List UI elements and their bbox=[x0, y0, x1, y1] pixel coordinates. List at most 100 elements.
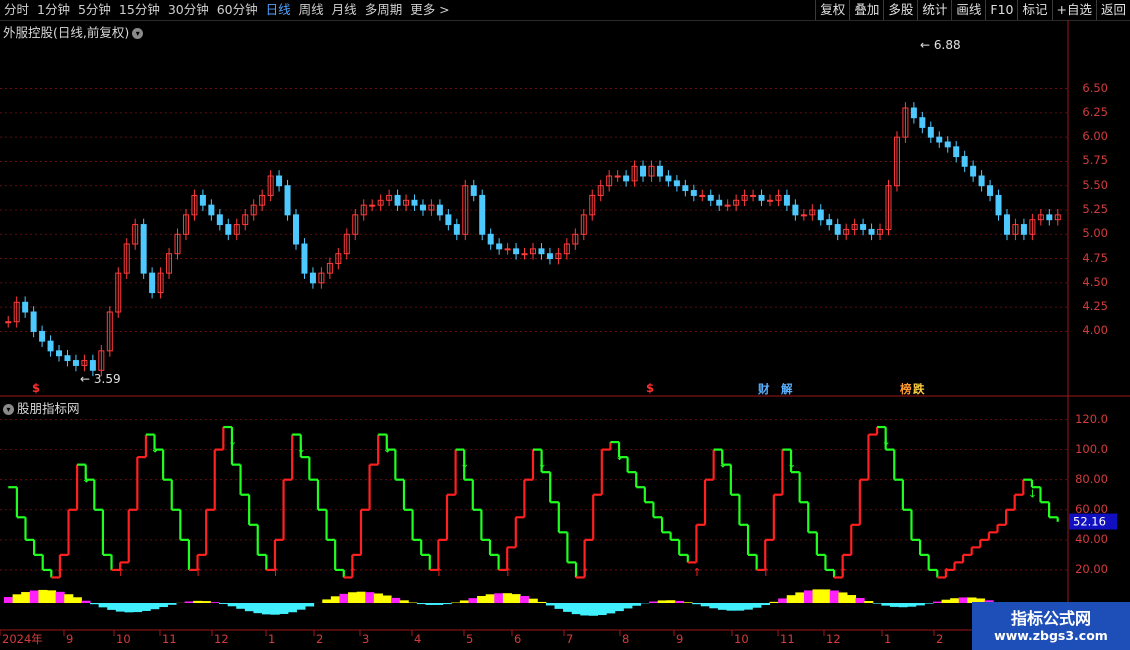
histogram-bar bbox=[29, 590, 39, 603]
candle-body bbox=[656, 165, 663, 177]
candle-body bbox=[22, 301, 29, 313]
histogram-bar bbox=[90, 603, 100, 605]
x-axis-label: 12 bbox=[214, 632, 229, 646]
event-flag[interactable]: $ bbox=[32, 381, 40, 395]
watermark-logo: 指标公式网 www.zbgs3.com bbox=[972, 602, 1130, 650]
histogram-bar bbox=[47, 590, 57, 603]
histogram-bar bbox=[219, 603, 229, 604]
candle-body bbox=[56, 350, 63, 357]
candle-body bbox=[800, 214, 807, 217]
histogram-bar bbox=[614, 603, 624, 612]
histogram-bar bbox=[743, 603, 753, 610]
histogram-bar bbox=[184, 601, 194, 603]
histogram-bar bbox=[193, 600, 203, 603]
price-tick: 5.00 bbox=[1082, 226, 1108, 241]
event-flag[interactable]: 榜 bbox=[900, 381, 912, 397]
sell-arrow-icon: ↓ bbox=[538, 458, 547, 471]
histogram-bar bbox=[520, 595, 530, 603]
histogram-bar bbox=[425, 603, 435, 605]
x-axis-label: 1 bbox=[884, 632, 891, 646]
candle-body bbox=[309, 272, 316, 284]
candle-body bbox=[936, 136, 943, 143]
histogram-bar bbox=[735, 603, 745, 611]
event-flag[interactable]: $ bbox=[646, 381, 654, 395]
candle-body bbox=[783, 194, 790, 206]
histogram-bar bbox=[434, 603, 444, 605]
candle-body bbox=[208, 204, 215, 216]
x-axis-label: 10 bbox=[116, 632, 131, 646]
buy-arrow-icon: ↑ bbox=[348, 566, 357, 579]
histogram-bar bbox=[838, 592, 848, 603]
candle-body bbox=[149, 272, 156, 294]
histogram-bar bbox=[649, 601, 659, 603]
x-axis-label: 2024年 bbox=[2, 632, 43, 646]
current-value: 52.16 bbox=[1073, 515, 1106, 529]
watermark-line2: www.zbgs3.com bbox=[994, 628, 1108, 643]
indicator-tick: 60.00 bbox=[1075, 501, 1108, 516]
candle-body bbox=[521, 253, 528, 256]
candle-body bbox=[5, 321, 12, 324]
histogram-bar bbox=[373, 593, 383, 603]
histogram-bar bbox=[795, 592, 805, 603]
candle-body bbox=[750, 194, 757, 197]
histogram-bar bbox=[348, 592, 358, 603]
buy-arrow-icon: ↑ bbox=[434, 566, 443, 579]
histogram-bar bbox=[666, 600, 676, 603]
candle-body bbox=[623, 175, 630, 182]
histogram-bar bbox=[399, 600, 409, 603]
histogram-bar bbox=[958, 597, 968, 603]
price-tick: 6.25 bbox=[1082, 104, 1108, 119]
histogram-bar bbox=[442, 603, 452, 605]
candle-body bbox=[716, 199, 723, 206]
histogram-bar bbox=[924, 603, 934, 604]
histogram-bar bbox=[932, 601, 943, 603]
price-tick: 5.25 bbox=[1082, 202, 1108, 216]
candle-body bbox=[682, 185, 689, 192]
indicator-tick: 80.00 bbox=[1075, 471, 1108, 486]
candle-body bbox=[394, 194, 401, 206]
histogram-bar bbox=[391, 597, 401, 603]
histogram-bar bbox=[803, 590, 814, 603]
event-flag[interactable]: 解 bbox=[781, 381, 793, 397]
candle-body bbox=[293, 214, 300, 245]
histogram-bar bbox=[717, 603, 728, 610]
price-tick: 5.50 bbox=[1082, 177, 1108, 192]
histogram-bar bbox=[554, 603, 564, 609]
candle-body bbox=[419, 204, 426, 211]
candle-body bbox=[640, 165, 647, 177]
histogram-bar bbox=[330, 596, 340, 603]
histogram-bar bbox=[631, 603, 642, 606]
sell-arrow-icon: ↓ bbox=[1028, 488, 1037, 501]
candle-body bbox=[504, 248, 511, 251]
sell-arrow-icon: ↓ bbox=[787, 458, 796, 471]
event-flag[interactable]: 财 bbox=[758, 381, 770, 397]
histogram-bar bbox=[21, 592, 31, 603]
histogram-bar bbox=[339, 593, 349, 603]
histogram-bar bbox=[477, 595, 487, 603]
histogram-bar bbox=[485, 594, 495, 603]
histogram-bar bbox=[528, 598, 538, 603]
x-axis-label: 12 bbox=[826, 632, 841, 646]
candle-body bbox=[944, 141, 951, 148]
price-tick: 6.00 bbox=[1082, 129, 1108, 144]
candle-body bbox=[470, 185, 477, 196]
chart-canvas[interactable]: ← 6.88← 3.5952.16↑↓↑↓↑↓↑↓↑↓↑↓↑↓↑↓↑↓↑↓↑↓↑… bbox=[0, 0, 1130, 650]
histogram-bar bbox=[468, 598, 478, 603]
candle-body bbox=[30, 311, 37, 332]
histogram-bar bbox=[38, 589, 48, 603]
buy-arrow-icon: ↑ bbox=[942, 566, 951, 579]
histogram-bar bbox=[563, 603, 573, 612]
candle-body bbox=[673, 180, 680, 187]
candle-body bbox=[436, 204, 443, 216]
watermark-line1: 指标公式网 bbox=[1010, 609, 1091, 628]
histogram-bar bbox=[657, 600, 667, 603]
histogram-bar bbox=[4, 597, 14, 603]
sell-arrow-icon: ↓ bbox=[228, 435, 237, 448]
histogram-bar bbox=[829, 590, 839, 603]
candle-body bbox=[699, 194, 706, 197]
histogram-bar bbox=[124, 603, 134, 613]
candle-body bbox=[970, 165, 977, 177]
event-flag[interactable]: 跌 bbox=[913, 381, 925, 397]
candle-body bbox=[707, 194, 714, 201]
candle-body bbox=[919, 117, 926, 128]
